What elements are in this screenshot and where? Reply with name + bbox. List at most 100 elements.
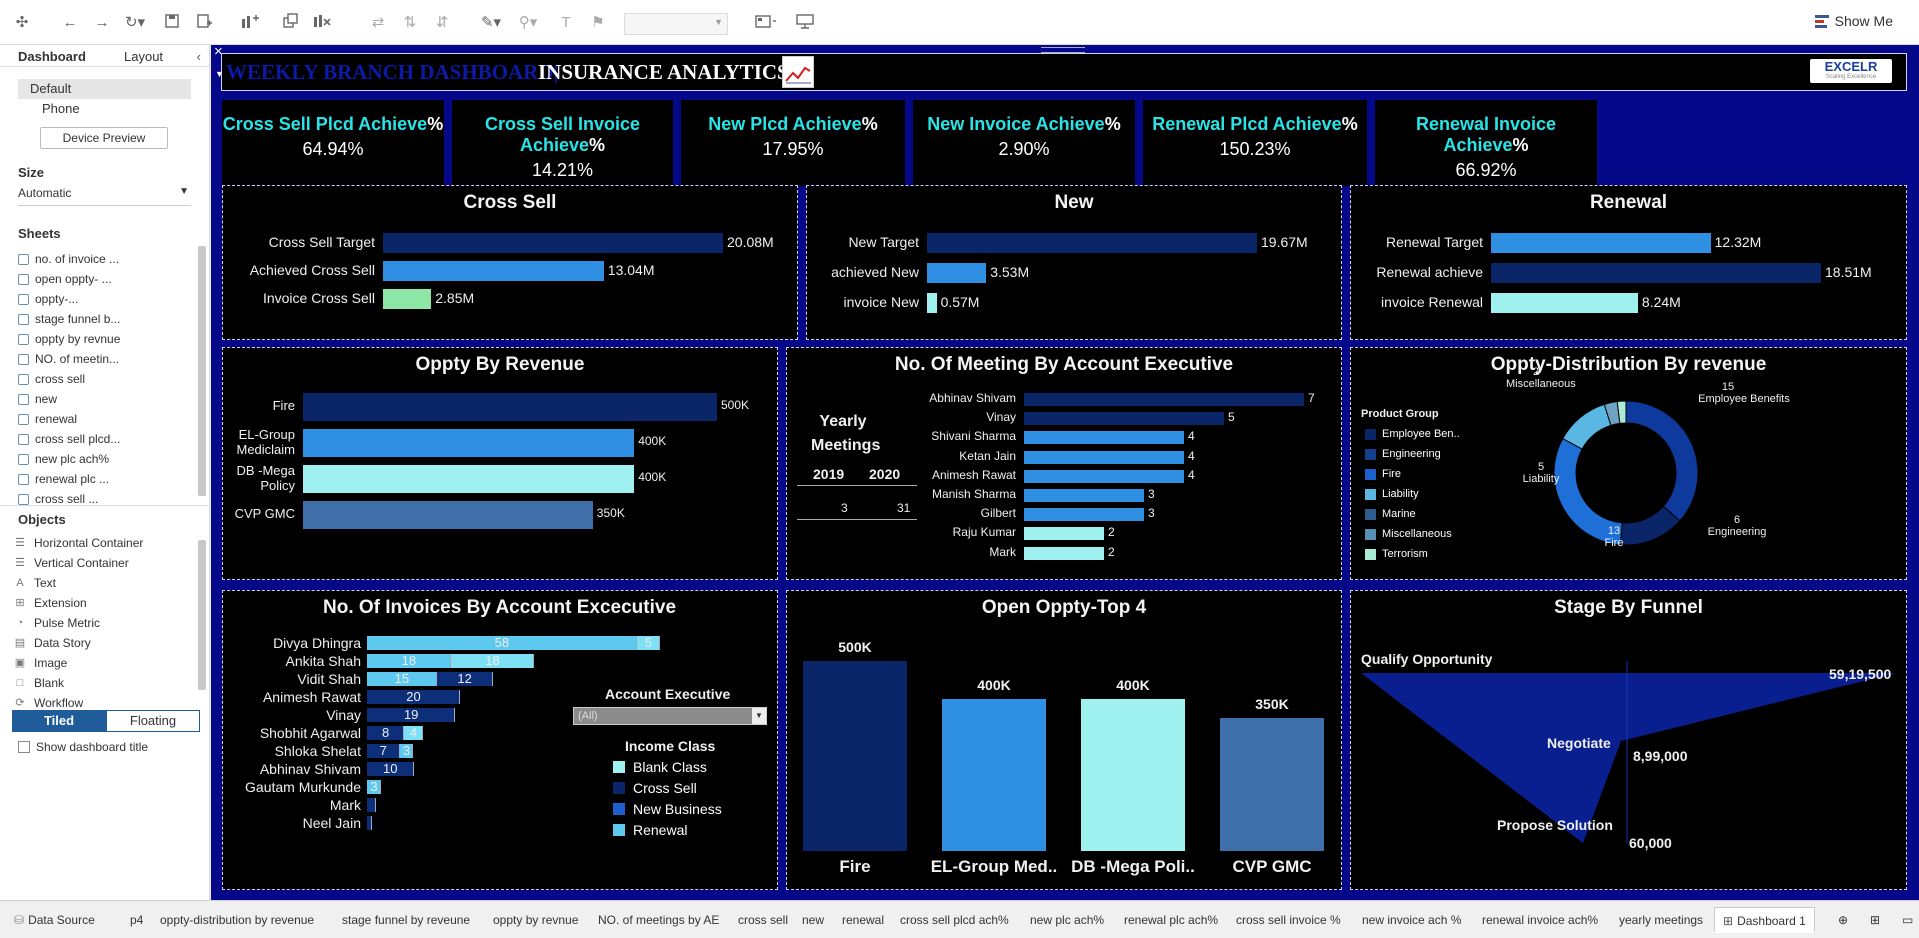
object-item[interactable]: ▣ Image [14,653,209,673]
bar[interactable] [383,289,432,309]
bar[interactable] [1024,508,1144,522]
sheet-tab[interactable]: oppty by revnue [485,907,586,933]
duplicate-icon[interactable] [282,13,302,33]
sort-descending-icon[interactable]: ⇵ [432,13,452,33]
bar[interactable] [1081,699,1185,851]
object-item[interactable]: A Text [14,573,209,593]
donut-slice[interactable] [1625,400,1699,522]
bar[interactable] [942,699,1046,851]
clear-sheet-icon[interactable] [312,13,338,33]
sheet-tab[interactable]: renewal plc ach% [1116,907,1226,933]
device-default[interactable]: Default [18,79,191,99]
account-executive-select[interactable]: (All) ▼ [573,707,767,725]
redo-icon[interactable]: → [92,13,112,33]
bar[interactable] [927,263,987,283]
labels-icon[interactable]: T [556,13,576,33]
bar[interactable] [1491,263,1821,283]
bar[interactable] [303,393,717,421]
bar[interactable] [1024,450,1184,464]
sheet-item[interactable]: NO. of meetin... [18,349,209,369]
legend-item[interactable]: Renewal [613,822,687,838]
funnel-area[interactable] [1361,673,1896,843]
device-phone[interactable]: Phone [18,99,191,119]
group-icon[interactable]: ⚲▾ [515,13,541,33]
bar[interactable] [303,501,593,529]
bar[interactable] [1024,546,1104,560]
bar[interactable] [1491,293,1638,313]
object-item[interactable]: □ Blank [14,673,209,693]
bar[interactable] [927,293,937,313]
new-worksheet-tab-icon[interactable]: ⊕ [1830,907,1856,933]
bar[interactable] [367,798,377,812]
floating-button[interactable]: Floating [106,710,200,732]
bar[interactable] [383,261,604,281]
bar[interactable] [1024,393,1304,406]
new-dashboard-tab-icon[interactable]: ⊞ [1862,907,1888,933]
bar[interactable] [383,233,723,253]
sheet-item[interactable]: oppty-... [18,289,209,309]
sheet-item[interactable]: cross sell [18,369,209,389]
sheet-item[interactable]: renewal [18,409,209,429]
sheet-tab[interactable]: new [794,907,832,933]
collapse-panel-icon[interactable]: ‹ [197,49,201,64]
bar[interactable] [1024,527,1104,541]
sheet-item[interactable]: cross sell ... [18,489,209,505]
bar[interactable] [1024,431,1184,445]
sheet-tab[interactable]: renewal invoice ach% [1474,907,1606,933]
sheet-item[interactable]: open oppty- ... [18,269,209,289]
bar[interactable] [1024,469,1184,483]
new-datasource-icon[interactable] [196,13,214,33]
tab-dashboard[interactable]: Dashboard [0,45,106,66]
sheet-item[interactable]: no. of invoice ... [18,249,209,269]
sheets-scrollbar[interactable] [198,246,206,496]
sheet-item[interactable]: new [18,389,209,409]
object-item[interactable]: ▤ Data Story [14,633,209,653]
bar[interactable] [1491,233,1711,253]
size-select[interactable]: Automatic ▼ [18,186,191,206]
legend-item[interactable]: New Business [613,801,722,817]
show-cards-icon[interactable] [754,13,780,33]
sheet-tab[interactable]: oppty-distribution by revenue [152,907,322,933]
device-preview-button[interactable]: Device Preview [40,127,168,149]
new-worksheet-icon[interactable] [240,13,266,33]
presentation-icon[interactable] [796,13,816,33]
object-item[interactable]: ☰ Horizontal Container [14,533,209,553]
tableau-logo-icon[interactable]: ✣ [12,13,32,33]
sheet-item[interactable]: cross sell plcd... [18,429,209,449]
object-item[interactable]: ⊞ Extension [14,593,209,613]
save-icon[interactable] [164,13,182,33]
sheet-item[interactable]: oppty by revnue [18,329,209,349]
bar[interactable] [303,465,635,493]
swap-icon[interactable]: ⇄ [368,13,388,33]
sheet-tab[interactable]: cross sell [730,907,796,933]
bar[interactable] [1024,412,1224,426]
sheet-tab[interactable]: new plc ach% [1022,907,1112,933]
object-item[interactable]: ☰ Vertical Container [14,553,209,573]
legend-item[interactable]: Cross Sell [613,780,697,796]
sheet-tab[interactable]: stage funnel by reveune [334,907,478,933]
sheet-tab[interactable]: renewal [834,907,892,933]
tiled-button[interactable]: Tiled [12,710,106,732]
sheet-item[interactable]: stage funnel b... [18,309,209,329]
donut-slice[interactable] [1562,403,1612,450]
sheet-tab[interactable]: p4 [122,907,151,933]
sheet-tab[interactable]: cross sell invoice % [1228,907,1349,933]
data-source-tab[interactable]: ⛁ Data Source [6,907,103,933]
legend-item[interactable]: Blank Class [613,759,707,775]
sheet-item[interactable]: renewal plc ... [18,469,209,489]
undo-icon[interactable]: ← [60,13,80,33]
show-me-button[interactable]: Show Me [1814,13,1893,29]
pin-icon[interactable]: ⚑ [588,13,608,33]
sheet-tab[interactable]: cross sell plcd ach% [892,907,1017,933]
bar[interactable] [303,429,635,457]
objects-scrollbar[interactable] [198,540,206,690]
sheet-item[interactable]: new plc ach% [18,449,209,469]
bar[interactable] [1220,718,1324,851]
sheet-tab[interactable]: yearly meetings [1611,907,1711,933]
bar[interactable] [1024,489,1144,502]
replay-icon[interactable]: ↻▾ [122,13,148,33]
fit-select[interactable]: ▼ [624,13,728,35]
new-story-tab-icon[interactable]: ▭ [1894,907,1919,933]
bar[interactable] [367,816,372,830]
object-item[interactable]: ◔ Pulse Metric [14,613,209,633]
